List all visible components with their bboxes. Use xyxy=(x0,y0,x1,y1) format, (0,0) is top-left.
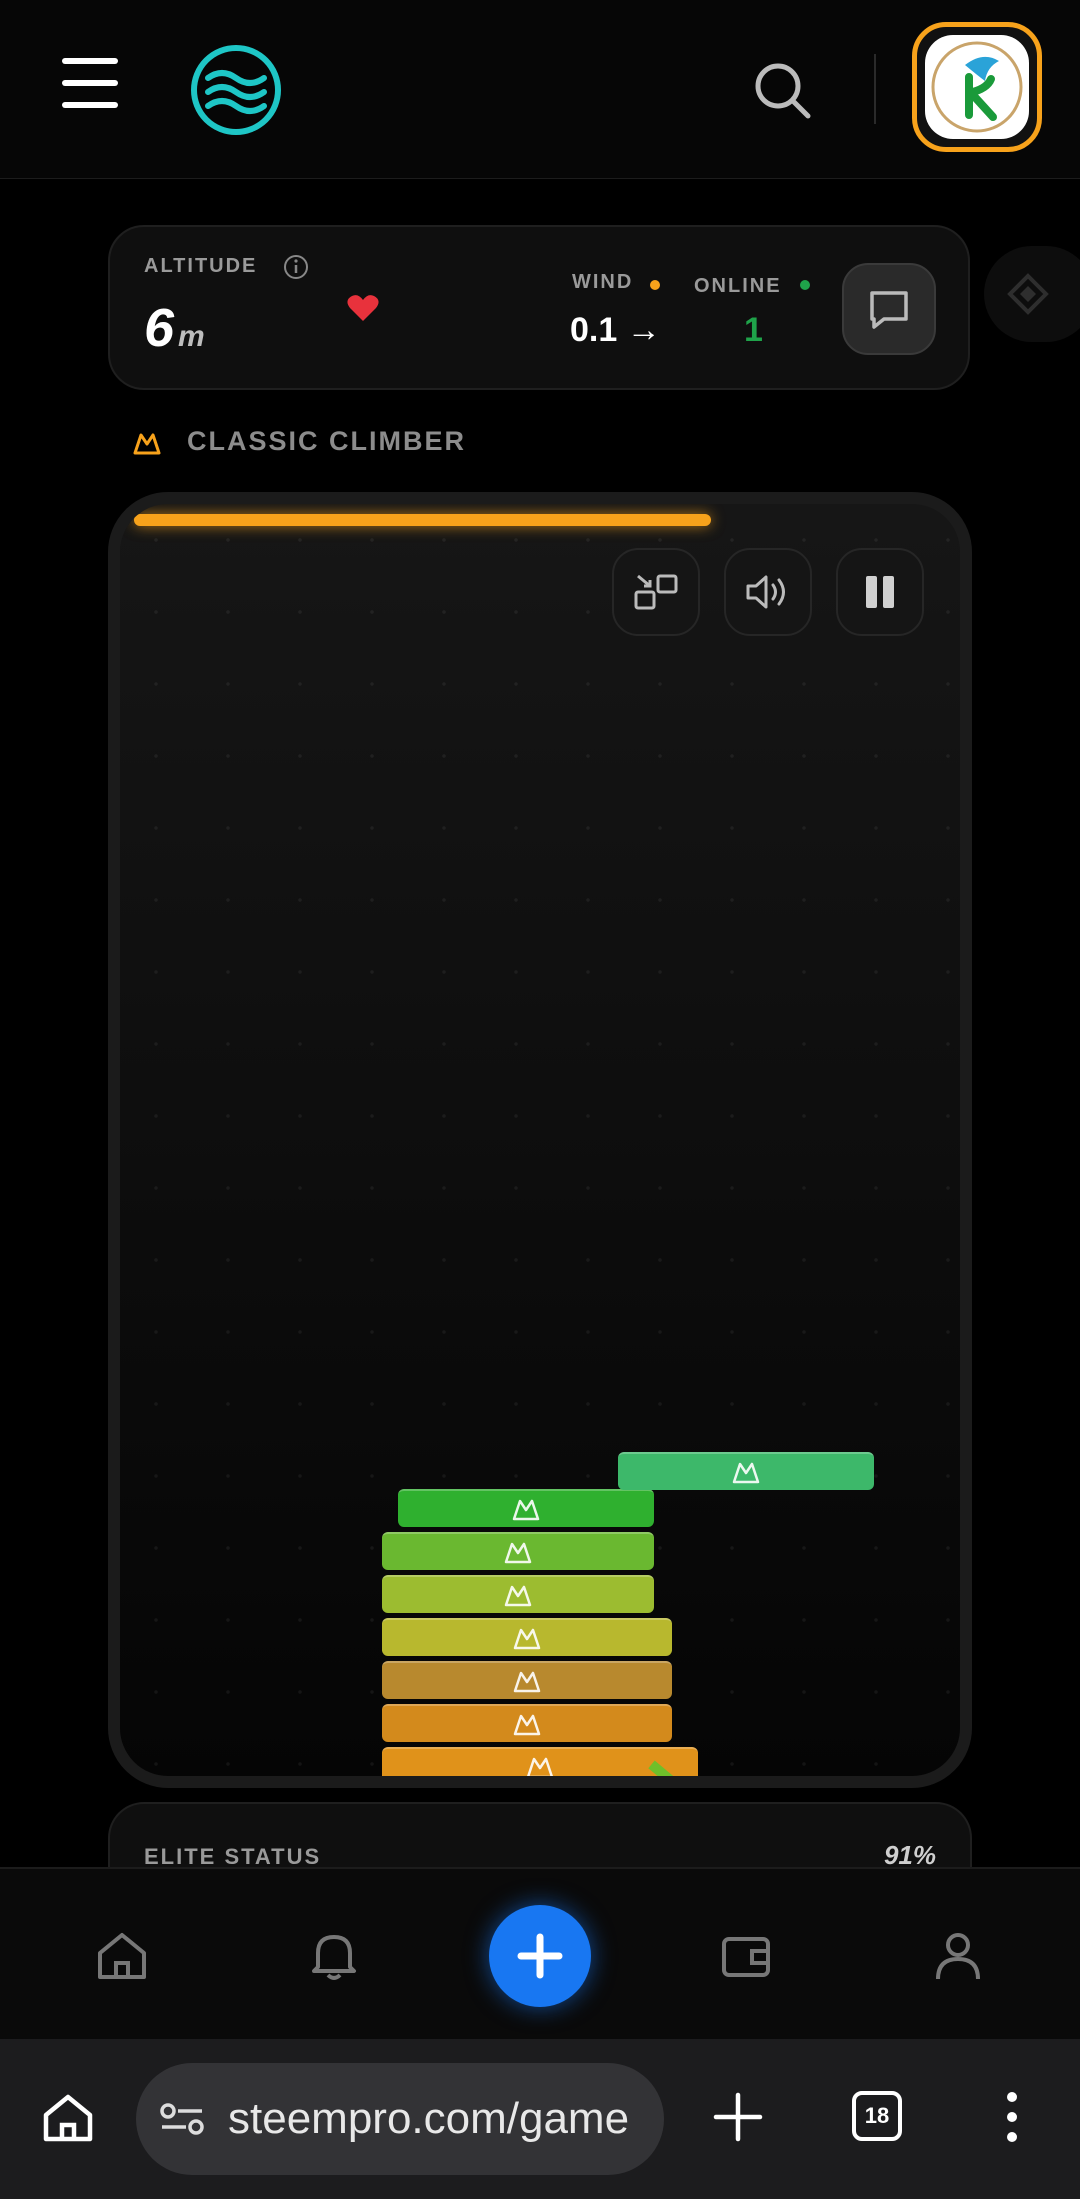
tab-count: 18 xyxy=(864,2103,890,2128)
profile-icon[interactable] xyxy=(930,1927,986,1983)
stacked-block xyxy=(382,1661,672,1699)
stacked-block xyxy=(398,1489,654,1527)
heart-icon xyxy=(346,293,380,323)
swap-screen-icon xyxy=(634,574,678,610)
more-options-icon[interactable] xyxy=(1000,2089,1024,2145)
altitude-value: 6m xyxy=(144,297,205,359)
online-value: 1 xyxy=(744,311,763,349)
home-icon[interactable] xyxy=(94,1927,150,1983)
moving-block xyxy=(618,1452,874,1490)
online-label: ONLINE xyxy=(694,275,782,297)
address-bar[interactable]: steempro.com/game xyxy=(136,2063,664,2175)
stacked-block xyxy=(382,1704,672,1742)
pause-icon xyxy=(866,576,894,608)
search-icon[interactable] xyxy=(752,60,812,120)
create-post-button[interactable] xyxy=(489,1905,591,2007)
header-divider xyxy=(874,54,876,124)
swap-screen-button[interactable] xyxy=(612,548,700,636)
altitude-label: ALTITUDE xyxy=(144,255,258,277)
tab-switcher-button[interactable]: 18 xyxy=(852,2091,902,2141)
volume-button[interactable] xyxy=(724,548,812,636)
wind-value: 0.1 → xyxy=(570,311,661,349)
altitude-unit: m xyxy=(178,320,205,353)
bell-icon[interactable] xyxy=(306,1927,362,1983)
hamburger-icon[interactable] xyxy=(62,58,118,108)
level-progress-bar xyxy=(134,514,711,526)
bottom-navigation xyxy=(0,1867,1080,2041)
wind-label: WIND xyxy=(572,271,634,293)
url-text: steempro.com/game xyxy=(228,2094,630,2143)
online-status-dot xyxy=(800,280,810,290)
chat-bubble-icon xyxy=(870,291,908,329)
stacked-block xyxy=(382,1618,672,1656)
steem-waves-logo[interactable] xyxy=(190,44,282,136)
altitude-number: 6 xyxy=(144,298,175,358)
user-avatar-bird-r-icon xyxy=(925,35,1029,139)
mountain-icon xyxy=(132,430,162,456)
chat-button[interactable] xyxy=(842,263,936,355)
wallet-icon[interactable] xyxy=(718,1927,774,1983)
stacked-block xyxy=(382,1532,654,1570)
volume-icon xyxy=(746,575,785,609)
info-icon[interactable] xyxy=(282,253,310,281)
diamond-icon xyxy=(1007,273,1049,315)
stats-card: ALTITUDE 6m WIND 0.1 → ONLINE 1 xyxy=(108,225,970,390)
top-app-bar xyxy=(0,0,1080,179)
side-diamond-button[interactable] xyxy=(984,246,1080,342)
user-avatar[interactable] xyxy=(912,22,1042,152)
game-mode-label: CLASSIC CLIMBER xyxy=(187,426,466,456)
new-tab-icon[interactable] xyxy=(710,2089,766,2145)
site-settings-icon[interactable] xyxy=(158,2099,206,2139)
browser-toolbar: steempro.com/game 18 xyxy=(0,2039,1080,2199)
stacked-block xyxy=(382,1575,654,1613)
pause-button[interactable] xyxy=(836,548,924,636)
browser-home-icon[interactable] xyxy=(40,2089,96,2145)
wind-status-dot xyxy=(650,280,660,290)
game-canvas[interactable] xyxy=(108,492,972,1788)
plus-icon xyxy=(517,1933,563,1979)
stacked-block xyxy=(382,1747,698,1776)
